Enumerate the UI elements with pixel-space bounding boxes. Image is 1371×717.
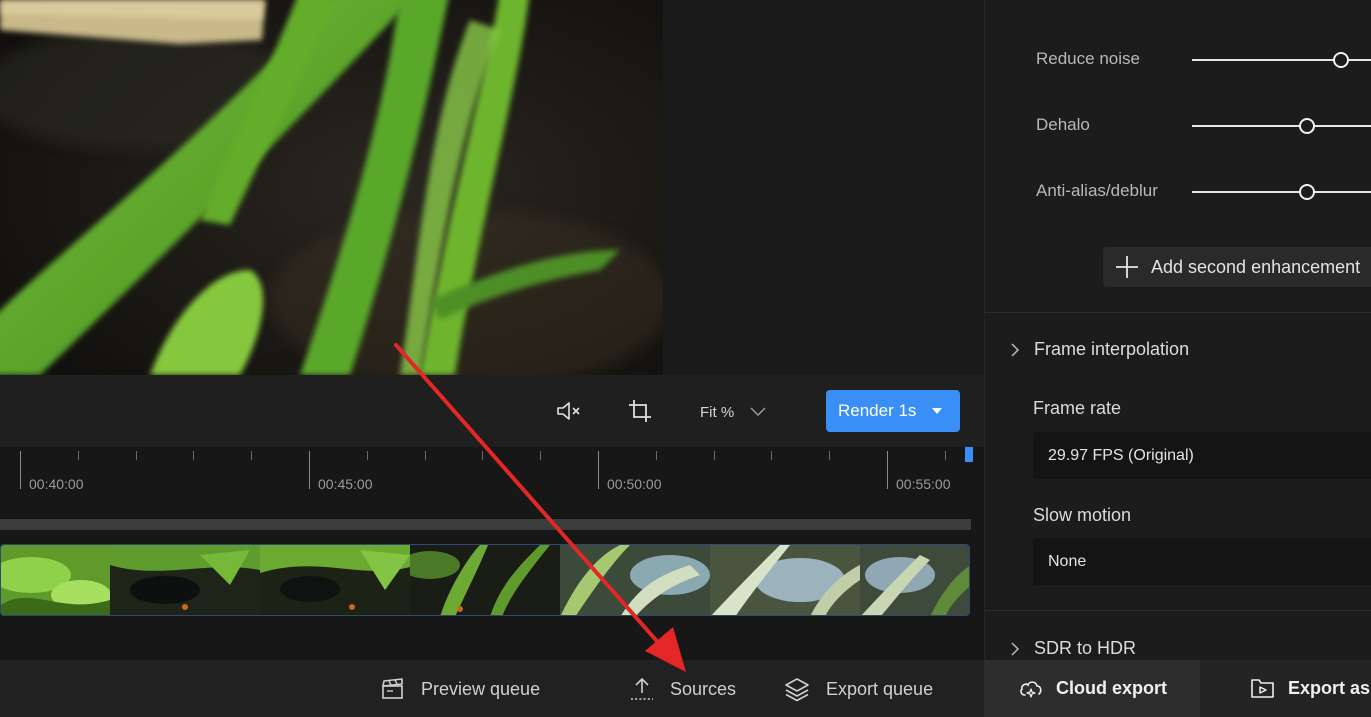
reduce-noise-label: Reduce noise	[1036, 49, 1140, 68]
slow-motion-label: Slow motion	[1033, 505, 1132, 525]
slow-motion-value: None	[1048, 552, 1087, 570]
dehalo-slider[interactable]	[1192, 116, 1371, 136]
timeline-track-bar[interactable]	[0, 519, 971, 530]
filmstrip-thumbnail	[260, 545, 410, 615]
ruler-minor-tick	[771, 451, 772, 460]
plus-icon	[1116, 256, 1138, 278]
sdr-to-hdr-title: SDR to HDR	[1034, 638, 1137, 658]
filmstrip-thumbnail	[410, 545, 560, 615]
filmstrip-thumbnail	[1, 545, 110, 615]
timeline-ruler[interactable]: 00:40:00 00:45:00 00:50:00 00:55:00	[0, 447, 984, 507]
add-second-enhancement-button[interactable]: Add second enhancement	[1103, 247, 1371, 287]
ruler-minor-tick	[714, 451, 715, 460]
ruler-minor-tick	[78, 451, 79, 460]
ruler-major-tick	[20, 451, 21, 489]
sdr-to-hdr-header[interactable]: SDR to HDR	[1010, 638, 1136, 659]
dehalo-label: Dehalo	[1036, 115, 1090, 134]
export-as-label: Export as	[1288, 677, 1371, 698]
upload-icon	[631, 677, 653, 700]
render-button[interactable]: Render 1s	[826, 390, 960, 432]
ruler-minor-tick	[945, 451, 946, 460]
ruler-minor-tick	[829, 451, 830, 460]
frame-rate-value: 29.97 FPS (Original)	[1048, 446, 1194, 464]
ruler-minor-tick	[193, 451, 194, 460]
anti-alias-label: Anti-alias/deblur	[1036, 181, 1158, 200]
ruler-time-label: 00:40:00	[29, 476, 84, 492]
slider-track	[1192, 125, 1371, 127]
layers-icon	[785, 678, 809, 702]
frame-interpolation-header[interactable]: Frame interpolation	[1010, 339, 1189, 360]
slider-knob[interactable]	[1298, 118, 1315, 134]
slider-knob[interactable]	[1298, 184, 1315, 200]
ruler-minor-tick	[367, 451, 368, 460]
ruler-time-label: 00:50:00	[607, 476, 662, 492]
slider-track	[1192, 191, 1371, 193]
cloud-export-button[interactable]: Cloud export	[984, 660, 1200, 717]
render-button-label: Render 1s	[838, 401, 917, 420]
filmstrip-thumbnail	[110, 545, 260, 615]
export-queue-label: Export queue	[826, 678, 934, 699]
chevron-down-icon	[750, 407, 766, 417]
ruler-major-tick	[309, 451, 310, 489]
app-window: Fit % Render 1s 00:40:00 00:45:00 00:50:…	[0, 0, 1371, 717]
anti-alias-slider[interactable]	[1192, 182, 1371, 202]
mute-icon[interactable]	[553, 397, 583, 425]
timeline[interactable]: 00:40:00 00:45:00 00:50:00 00:55:00	[0, 447, 984, 660]
frame-interpolation-title: Frame interpolation	[1034, 339, 1190, 359]
sources-button[interactable]: Sources	[630, 676, 736, 702]
frame-rate-label: Frame rate	[1033, 398, 1122, 418]
export-video-icon	[1251, 679, 1274, 698]
cloud-export-label: Cloud export	[1056, 678, 1167, 698]
ruler-time-label: 00:55:00	[896, 476, 951, 492]
zoom-select[interactable]: Fit %	[700, 400, 766, 424]
ruler-major-tick	[887, 451, 888, 489]
section-divider	[985, 610, 1371, 611]
crop-icon[interactable]	[625, 397, 655, 425]
ruler-minor-tick	[251, 451, 252, 460]
slow-motion-select[interactable]: None	[1033, 538, 1371, 585]
sources-label: Sources	[670, 678, 737, 699]
reduce-noise-slider[interactable]	[1192, 50, 1371, 70]
filmstrip-thumbnail	[710, 545, 860, 615]
slider-knob[interactable]	[1332, 52, 1349, 68]
cloud-icon	[1020, 680, 1042, 698]
ruler-minor-tick	[656, 451, 657, 460]
section-divider	[985, 312, 1371, 313]
ruler-minor-tick	[425, 451, 426, 460]
add-second-enhancement-label: Add second enhancement	[1151, 256, 1361, 277]
ruler-minor-tick	[482, 451, 483, 460]
clapperboard-icon	[382, 678, 403, 699]
ruler-time-label: 00:45:00	[318, 476, 373, 492]
chevron-right-icon	[1011, 641, 1020, 656]
export-queue-button[interactable]: Export queue	[784, 676, 933, 702]
chevron-right-icon	[1011, 342, 1020, 357]
filmstrip-thumbnail	[560, 545, 710, 615]
preview-queue-button[interactable]: Preview queue	[381, 676, 540, 702]
filmstrip-thumbnail	[860, 545, 969, 615]
dropdown-caret-icon[interactable]	[932, 408, 943, 414]
ruler-minor-tick	[136, 451, 137, 460]
filmstrip[interactable]	[0, 544, 970, 616]
preview-queue-label: Preview queue	[421, 678, 541, 699]
zoom-select-label: Fit %	[700, 403, 735, 421]
ruler-major-tick	[598, 451, 599, 489]
playhead-marker[interactable]	[965, 447, 973, 462]
frame-rate-select[interactable]: 29.97 FPS (Original)	[1033, 432, 1371, 479]
export-as-button[interactable]: Export as	[1250, 676, 1370, 700]
ruler-minor-tick	[540, 451, 541, 460]
video-frame-image	[0, 0, 663, 375]
video-preview-frame[interactable]	[0, 0, 663, 375]
preview-area	[0, 0, 984, 375]
